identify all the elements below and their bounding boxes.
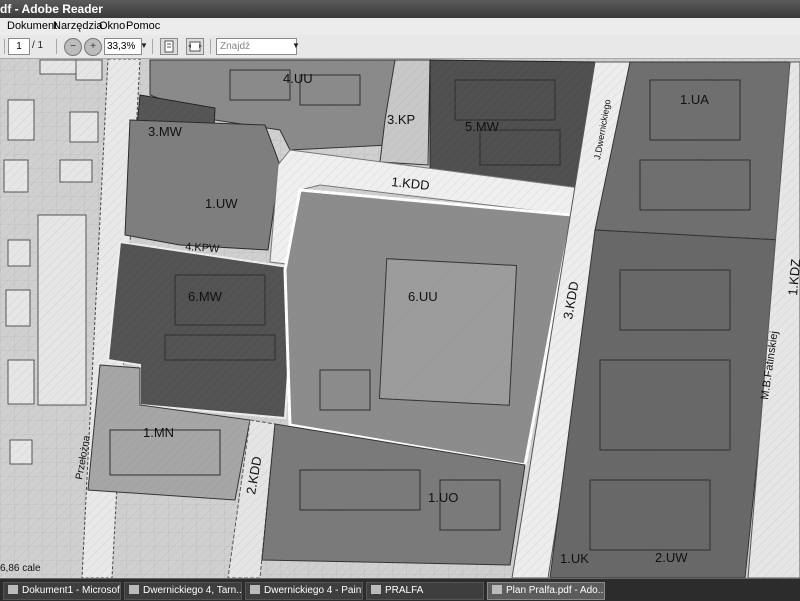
toolbar: 1 / 1 − + 33,3% ▼ Znajdź ▼	[0, 35, 800, 59]
zone-label-3mw: 3.MW	[148, 124, 183, 139]
zoom-out-button[interactable]: −	[64, 38, 82, 56]
zoom-in-icon: +	[90, 41, 96, 52]
window-title: df - Adobe Reader	[0, 2, 103, 16]
fit-width-button[interactable]	[186, 38, 204, 55]
taskbar-item-adobe-reader[interactable]: Plan Pralfa.pdf - Ado...	[487, 582, 605, 600]
page-size-label: 6,86 cale	[0, 563, 41, 574]
zone-label-1kdz: 1.KDZ	[785, 258, 800, 296]
menu-item-pomoc[interactable]: Pomoc	[126, 20, 160, 32]
zone-label-6uu: 6.UU	[408, 289, 438, 304]
page-number-input[interactable]: 1	[8, 38, 30, 55]
taskbar-item-label: Dwernickiego 4, Tarn...	[143, 585, 242, 596]
search-input[interactable]: Znajdź	[216, 38, 297, 55]
zoom-level-input[interactable]: 33,3%	[104, 38, 142, 55]
browser-icon	[129, 585, 139, 594]
zoning-plan-map: 4.UU 3.MW 3.KP 5.MW 1.UA 1.KDD 1.UW 4.KP…	[0, 59, 800, 578]
fit-width-icon	[188, 41, 202, 52]
pdf-icon	[492, 585, 502, 594]
document-view[interactable]: 4.UU 3.MW 3.KP 5.MW 1.UA 1.KDD 1.UW 4.KP…	[0, 59, 800, 578]
toolbar-separator	[4, 39, 5, 54]
zone-label-4uu: 4.UU	[283, 71, 313, 86]
fit-page-button[interactable]	[160, 38, 178, 55]
toolbar-separator	[56, 39, 57, 54]
status-bar: 6,86 cale	[0, 560, 800, 578]
fit-page-icon	[164, 40, 174, 53]
taskbar-item-label: PRALFA	[385, 585, 424, 596]
zone-label-6mw: 6.MW	[188, 289, 223, 304]
zone-label-1mn: 1.MN	[143, 425, 174, 440]
page-total-label: / 1	[32, 40, 44, 51]
menu-item-okno[interactable]: Okno	[99, 20, 125, 32]
taskbar-item-word[interactable]: Dokument1 - Microsof...	[3, 582, 121, 600]
folder-icon	[371, 585, 381, 594]
zoom-dropdown-chevron-icon[interactable]: ▼	[140, 41, 148, 50]
toolbar-separator	[210, 39, 211, 54]
map-hatching	[0, 59, 800, 578]
toolbar-separator	[152, 39, 153, 54]
taskbar-item-paint[interactable]: Dwernickiego 4 - Paint	[245, 582, 363, 600]
zone-label-1uo: 1.UO	[428, 490, 458, 505]
paint-icon	[250, 585, 260, 594]
menu-item-dokument[interactable]: Dokument	[7, 20, 57, 32]
taskbar-item-label: Dokument1 - Microsof...	[22, 585, 121, 596]
menu-item-narzedzia[interactable]: Narzędzia	[53, 20, 103, 32]
zoom-in-button[interactable]: +	[84, 38, 102, 56]
menu-bar: Dokument Narzędzia Okno Pomoc	[0, 18, 800, 36]
zone-label-5mw: 5.MW	[465, 119, 500, 134]
zone-label-1ua: 1.UA	[680, 92, 709, 107]
zone-label-4kpw: 4.KPW	[185, 241, 221, 255]
zoom-out-icon: −	[70, 41, 76, 52]
search-dropdown-chevron-icon[interactable]: ▼	[292, 41, 300, 50]
title-bar: df - Adobe Reader	[0, 0, 800, 18]
taskbar: Dokument1 - Microsof... Dwernickiego 4, …	[0, 578, 800, 601]
taskbar-item-folder[interactable]: PRALFA	[366, 582, 484, 600]
zone-label-1uw: 1.UW	[205, 196, 238, 211]
zone-label-3kp: 3.KP	[387, 112, 415, 127]
taskbar-item-label: Dwernickiego 4 - Paint	[264, 585, 363, 596]
taskbar-item-label: Plan Pralfa.pdf - Ado...	[506, 585, 605, 596]
taskbar-item-browser[interactable]: Dwernickiego 4, Tarn...	[124, 582, 242, 600]
word-icon	[8, 585, 18, 594]
